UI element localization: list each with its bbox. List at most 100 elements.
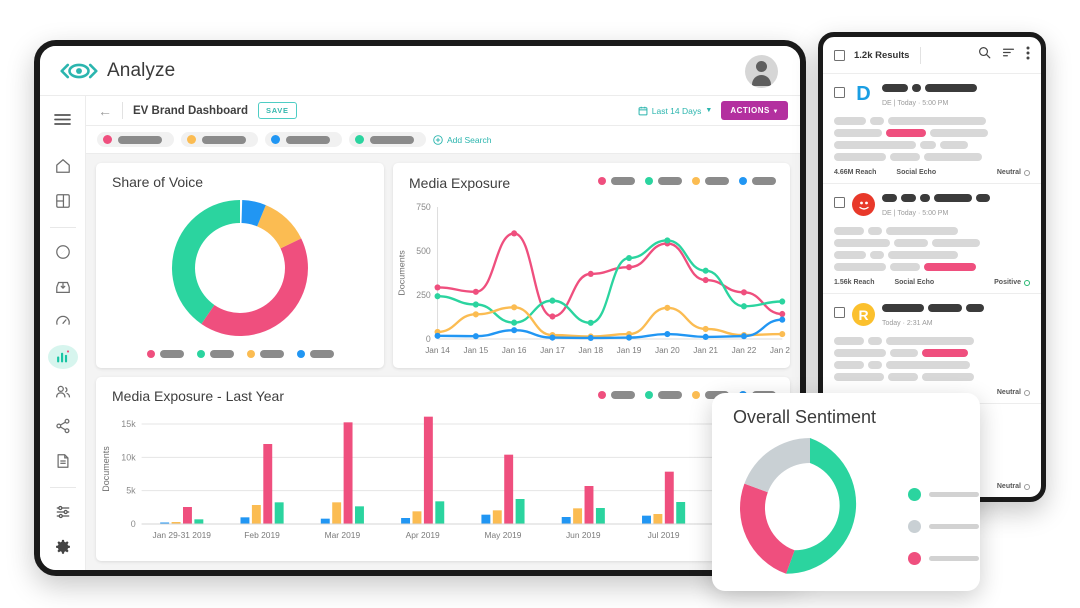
result-body-redacted: [834, 117, 1030, 161]
result-item[interactable]: D DE | Today · 5:00 PM 4.66M Reach Socia…: [823, 74, 1041, 184]
svg-text:Jan 21: Jan 21: [693, 345, 718, 355]
legend-item[interactable]: [246, 350, 284, 358]
dashboard-row-1: Share of Voice Media Exposure 0 250 500 …: [96, 163, 790, 368]
result-echo: Social Echo: [894, 279, 935, 286]
legend-label-redacted: [929, 524, 979, 529]
title-block: [882, 304, 924, 312]
back-arrow-icon[interactable]: ←: [98, 103, 122, 119]
result-checkbox[interactable]: [834, 197, 845, 208]
legend-item[interactable]: [908, 488, 979, 501]
legend-item[interactable]: [645, 391, 682, 399]
result-title-redacted: [882, 304, 1030, 312]
svg-text:Jun 2019: Jun 2019: [566, 530, 601, 540]
gauge-icon[interactable]: [48, 310, 78, 334]
sidebar-rail: [40, 96, 86, 570]
legend-item[interactable]: [296, 350, 334, 358]
share-of-voice-donut: [171, 200, 308, 337]
overall-sentiment-title: Overall Sentiment: [733, 407, 877, 427]
svg-text:Apr 2019: Apr 2019: [406, 530, 440, 540]
overall-sentiment-card: Overall Sentiment: [712, 393, 980, 591]
svg-text:15k: 15k: [121, 419, 136, 429]
svg-text:Jan 18: Jan 18: [578, 345, 603, 355]
more-vertical-icon[interactable]: [1026, 46, 1030, 65]
svg-text:0: 0: [426, 334, 431, 344]
legend-dot: [196, 350, 205, 358]
chip-color-dot: [103, 135, 112, 144]
result-checkbox[interactable]: [834, 87, 845, 98]
bar-chart-icon[interactable]: [47, 344, 78, 369]
app-body: ← EV Brand Dashboard SAVE Last 14 Days ▼…: [40, 96, 800, 570]
legend-dot: [645, 391, 653, 399]
svg-text:Documents: Documents: [101, 446, 111, 492]
sentiment-ring-icon: [1024, 279, 1030, 286]
svg-text:750: 750: [416, 202, 431, 212]
result-item[interactable]: R Today · 2:31 AM Neutral: [823, 294, 1041, 404]
date-range-picker[interactable]: Last 14 Days ▼: [638, 106, 712, 116]
media-exposure-bar-chart: 0 5k 10k 15k Documents Jan 29-31 2019 Feb 2019…: [101, 416, 785, 540]
actions-button[interactable]: ACTIONS ▼: [721, 101, 788, 120]
result-avatar: [852, 193, 875, 216]
select-all-checkbox[interactable]: [834, 49, 845, 61]
search-chip[interactable]: [349, 132, 426, 147]
people-icon[interactable]: [48, 380, 78, 404]
title-block: [882, 84, 908, 92]
dashboard-icon[interactable]: [48, 189, 78, 213]
avatar-head: [756, 61, 767, 72]
result-item[interactable]: DE | Today · 5:00 PM 1.56k Reach Social …: [823, 184, 1041, 294]
legend-dot: [645, 177, 653, 185]
actions-label: ACTIONS: [730, 106, 770, 115]
legend-dot: [908, 552, 921, 565]
result-reach: 4.66M Reach: [834, 169, 877, 176]
share-of-voice-card: Share of Voice: [96, 163, 384, 368]
main-app-window: Analyze ← EV Brand Dashboard SAVE Last 1…: [34, 40, 806, 576]
svg-text:Jan 14: Jan 14: [425, 345, 450, 355]
add-search-button[interactable]: Add Search: [433, 135, 491, 145]
add-search-label: Add Search: [447, 134, 492, 145]
rail-divider-2: [49, 487, 76, 489]
chip-label-redacted: [286, 135, 330, 144]
donut-slice-pink: [201, 238, 308, 337]
svg-text:Jan 29-31 2019: Jan 29-31 2019: [153, 530, 212, 540]
legend-item[interactable]: [908, 552, 979, 565]
legend-dot: [598, 391, 606, 399]
search-icon[interactable]: [978, 46, 991, 64]
document-icon[interactable]: [48, 449, 78, 473]
media-exposure-last-year-card: Media Exposure - Last Year 0 5k 10k 15k Docu…: [96, 377, 790, 561]
sliders-icon[interactable]: [48, 500, 78, 524]
compass-icon[interactable]: [48, 240, 78, 264]
search-chip[interactable]: [181, 132, 258, 147]
sort-icon[interactable]: [1002, 46, 1015, 64]
plus-circle-icon: [433, 134, 443, 145]
donut-slice-negative: [740, 483, 795, 574]
share-of-voice-legend: [96, 350, 384, 358]
search-chips-bar: Add Search: [86, 126, 800, 154]
search-chip[interactable]: [265, 132, 342, 147]
legend-item[interactable]: [739, 177, 776, 185]
menu-icon[interactable]: [48, 108, 78, 132]
save-button[interactable]: SAVE: [258, 102, 297, 119]
legend-item[interactable]: [908, 520, 979, 533]
gear-icon[interactable]: [48, 535, 78, 559]
search-chip[interactable]: [97, 132, 174, 147]
result-checkbox[interactable]: [834, 307, 845, 318]
rail-divider-1: [49, 226, 76, 228]
legend-item[interactable]: [598, 391, 635, 399]
result-title-redacted: [882, 84, 1030, 92]
dashboard-toolbar: ← EV Brand Dashboard SAVE Last 14 Days ▼…: [86, 96, 800, 126]
legend-item[interactable]: [692, 177, 729, 185]
title-block: [966, 304, 984, 312]
user-avatar[interactable]: [745, 55, 778, 88]
sentiment-ring-icon: [1024, 169, 1030, 176]
legend-item[interactable]: [598, 177, 635, 185]
share-icon[interactable]: [48, 414, 78, 438]
inbox-icon[interactable]: [48, 275, 78, 299]
legend-item[interactable]: [146, 350, 184, 358]
svg-text:Mar 2019: Mar 2019: [325, 530, 361, 540]
home-icon[interactable]: [48, 154, 78, 178]
legend-item[interactable]: [645, 177, 682, 185]
svg-text:Feb 2019: Feb 2019: [244, 530, 280, 540]
app-logo[interactable]: Analyze: [60, 60, 175, 82]
legend-label-redacted: [611, 177, 635, 185]
overall-sentiment-legend: [908, 488, 979, 565]
legend-item[interactable]: [196, 350, 234, 358]
